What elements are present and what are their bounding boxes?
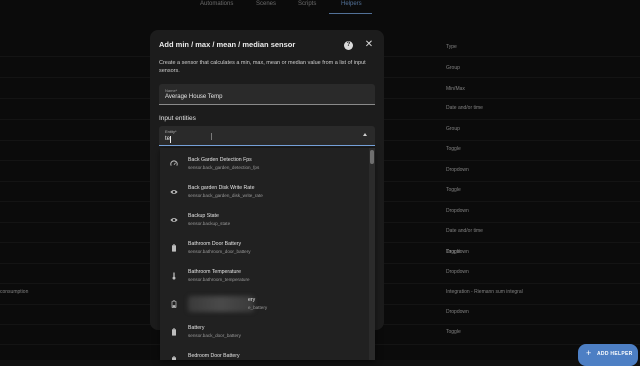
name-field-value: Average House Temp — [165, 94, 223, 100]
entity-name: Bathroom Temperature — [188, 269, 241, 275]
list-item[interactable]: Bathroom Temperature sensor.bathroom_tem… — [160, 263, 369, 291]
list-item[interactable]: Back Garden Detection Fps sensor.back_ga… — [160, 151, 369, 179]
entity-id: sensor.back_door_battery — [188, 333, 241, 338]
redacted-entity-name — [188, 296, 254, 312]
entity-id: e_battery — [248, 305, 268, 310]
add-helper-button[interactable]: + ADD HELPER — [578, 344, 638, 366]
list-item[interactable]: ery e_battery — [160, 291, 369, 319]
entity-field-label: Entity* — [165, 129, 177, 134]
entity-id: sensor.bathroom_temperature — [188, 277, 250, 282]
entity-id: sensor.back_garden_disk_write_rate — [188, 193, 263, 198]
entity-name: Bedroom Door Battery — [188, 353, 240, 359]
entity-dropdown-list: Back Garden Detection Fps sensor.back_ga… — [160, 148, 375, 360]
mouse-cursor — [211, 133, 212, 140]
list-item[interactable]: Bathroom Door Battery sensor.bathroom_do… — [160, 235, 369, 263]
entity-name: Bathroom Door Battery — [188, 241, 242, 247]
chevron-up-icon[interactable] — [363, 133, 367, 136]
eye-icon — [170, 190, 178, 194]
entity-id: sensor.backup_state — [188, 221, 231, 226]
battery-icon — [172, 356, 176, 360]
scrollbar-thumb[interactable] — [370, 150, 374, 164]
battery-icon — [172, 328, 176, 336]
entity-combobox[interactable]: Entity* te — [159, 126, 375, 146]
text-caret — [170, 136, 171, 143]
battery-low-icon — [171, 300, 177, 308]
entity-name: Battery — [188, 325, 205, 331]
entity-name: Back garden Disk Write Rate — [188, 185, 255, 191]
dialog-title: Add min / max / mean / median sensor — [159, 40, 296, 49]
entity-id: sensor.bathroom_door_battery — [188, 249, 251, 254]
entity-name: Back Garden Detection Fps — [188, 157, 252, 163]
list-item[interactable]: Bedroom Door Battery — [160, 347, 369, 360]
entity-id: sensor.back_garden_detection_fps — [188, 165, 260, 170]
help-icon[interactable]: ? — [344, 41, 353, 50]
name-field[interactable]: Name* Average House Temp — [159, 84, 375, 105]
dropdown-scrollbar[interactable] — [369, 148, 375, 360]
close-icon[interactable]: ✕ — [363, 39, 375, 51]
list-item[interactable]: Back garden Disk Write Rate sensor.back_… — [160, 179, 369, 207]
gauge-icon — [170, 160, 178, 166]
list-item[interactable]: Battery sensor.back_door_battery — [160, 319, 369, 347]
battery-icon — [172, 244, 176, 252]
input-entities-heading: Input entities — [159, 115, 196, 122]
dialog-description: Create a sensor that calculates a min, m… — [159, 60, 366, 74]
eye-icon — [170, 218, 178, 222]
thermometer-icon — [172, 272, 176, 280]
plus-icon: + — [586, 348, 592, 358]
list-item[interactable]: Backup State sensor.backup_state — [160, 207, 369, 235]
add-helper-label: ADD HELPER — [597, 351, 633, 357]
name-field-label: Name* — [165, 88, 178, 93]
entity-name: Backup State — [188, 213, 219, 219]
entity-name: ery — [248, 297, 256, 303]
